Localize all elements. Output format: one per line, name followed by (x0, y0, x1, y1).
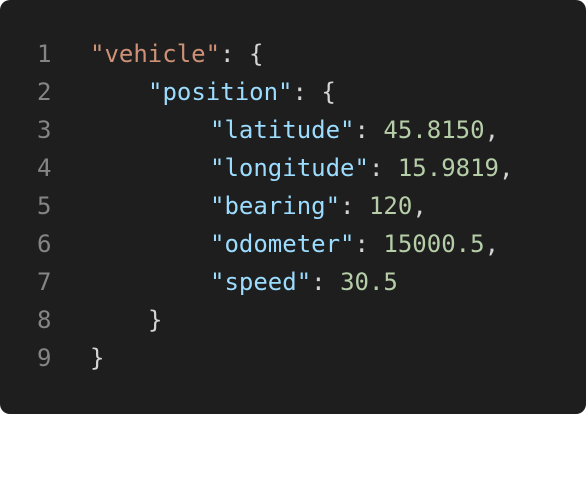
json-number-value: 45.8150 (383, 116, 485, 144)
json-comma: , (484, 116, 500, 144)
code-content: "bearing": 120, (90, 187, 427, 225)
json-number-value: 30.5 (340, 268, 398, 296)
json-key: "speed" (210, 268, 312, 296)
code-content: } (90, 301, 162, 339)
code-content: "latitude": 45.8150, (90, 111, 499, 149)
code-content: "vehicle": { (90, 35, 263, 73)
json-colon: : (292, 78, 322, 106)
json-colon: : (354, 116, 384, 144)
line-number: 8 (37, 306, 52, 334)
json-key: "odometer" (210, 230, 355, 258)
json-colon: : (354, 230, 384, 258)
json-comma: , (412, 192, 427, 220)
code-line: 5 "bearing": 120, (0, 187, 586, 225)
code-line: 2 "position": { (0, 73, 586, 111)
json-comma: , (484, 230, 500, 258)
json-comma: , (499, 154, 514, 182)
code-content: "odometer": 15000.5, (90, 225, 499, 263)
code-content: "longitude": 15.9819, (90, 149, 513, 187)
json-key: "bearing" (210, 192, 341, 220)
json-colon: : (368, 154, 398, 182)
code-content: "position": { (90, 73, 336, 111)
code-content: "speed": 30.5 (90, 263, 398, 301)
json-number-value: 15000.5 (383, 230, 485, 258)
json-brace: } (90, 344, 105, 372)
code-block: 1 "vehicle": { 2 "position": { 3 "latitu… (0, 0, 586, 414)
line-number: 2 (37, 78, 52, 106)
code-line: 9 } (0, 339, 586, 377)
code-line: 6 "odometer": 15000.5, (0, 225, 586, 263)
json-key: "position" (148, 78, 293, 106)
code-line: 7 "speed": 30.5 (0, 263, 586, 301)
json-brace: { (248, 40, 264, 68)
line-number: 9 (37, 344, 52, 372)
json-brace: } (148, 306, 163, 334)
json-colon: : (220, 40, 249, 68)
code-line: 1 "vehicle": { (0, 35, 586, 73)
json-colon: : (311, 268, 341, 296)
code-content: } (90, 339, 104, 377)
code-line: 3 "latitude": 45.8150, (0, 111, 586, 149)
line-number: 5 (37, 192, 52, 220)
line-number: 4 (37, 154, 52, 182)
line-number: 1 (37, 40, 52, 68)
json-number-value: 120 (368, 192, 413, 220)
json-key: "longitude" (210, 154, 369, 182)
code-line: 4 "longitude": 15.9819, (0, 149, 586, 187)
code-line: 8 } (0, 301, 586, 339)
line-number: 6 (37, 230, 52, 258)
line-number: 3 (37, 116, 52, 144)
json-key: "vehicle" (90, 40, 221, 68)
json-number-value: 15.9819 (397, 154, 500, 182)
json-colon: : (340, 192, 369, 220)
json-key: "latitude" (210, 116, 355, 144)
json-brace: { (321, 78, 336, 106)
line-number: 7 (37, 268, 52, 296)
